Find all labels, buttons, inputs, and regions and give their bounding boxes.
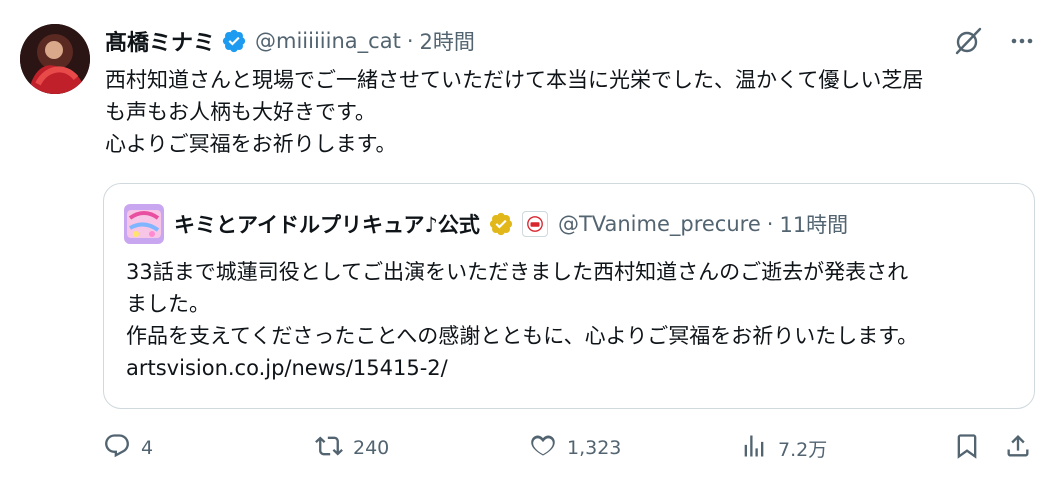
quoted-header-separator: · <box>766 212 774 236</box>
quoted-author-avatar[interactable] <box>124 204 164 244</box>
quoted-text-line: 作品を支えてくださったことへの感謝とともに、心よりご冥福をお祈りいたします。 <box>126 324 919 348</box>
author-handle[interactable]: @miiiiiina_cat <box>255 29 401 53</box>
verified-badge-icon[interactable] <box>221 28 247 54</box>
tweet-text-line: 心よりご冥福をお祈りします。 <box>105 132 397 156</box>
top-actions <box>953 26 1035 56</box>
tweet-timestamp[interactable]: 2時間 <box>420 26 475 56</box>
views-icon <box>740 432 768 465</box>
repost-icon <box>315 432 343 465</box>
bookmark-icon <box>953 432 981 465</box>
tweet-header: 髙橋ミナミ @miiiiiina_cat · 2時間 <box>105 24 475 58</box>
quoted-link[interactable]: artsvision.co.jp/news/15415-2/ <box>126 352 1016 384</box>
share-icon <box>1004 432 1032 465</box>
reply-count: 4 <box>141 437 154 459</box>
bookmark-button[interactable] <box>953 430 981 466</box>
header-separator: · <box>406 29 414 53</box>
quoted-tweet-timestamp[interactable]: 11時間 <box>779 209 848 239</box>
quoted-tweet-header: キミとアイドルプリキュア♪公式 @TVanime_precure · 11時間 <box>124 204 848 244</box>
reply-icon <box>103 432 131 465</box>
quoted-author-handle[interactable]: @TVanime_precure <box>558 212 761 236</box>
quoted-text-line: ました。 <box>126 292 210 316</box>
action-bar: 4 240 1,323 7.2万 <box>103 430 1038 466</box>
verified-gold-badge-icon[interactable] <box>488 211 514 237</box>
author-name[interactable]: 髙橋ミナミ <box>105 25 215 57</box>
grok-icon[interactable] <box>953 26 983 56</box>
views-button[interactable]: 7.2万 <box>740 430 827 466</box>
quoted-tweet[interactable]: キミとアイドルプリキュア♪公式 @TVanime_precure · 11時間 … <box>103 183 1035 409</box>
views-count: 7.2万 <box>778 438 828 461</box>
tweet-text-line: も声もお人柄も大好きです。 <box>105 100 376 124</box>
author-avatar[interactable] <box>20 24 90 94</box>
reply-button[interactable]: 4 <box>103 430 153 466</box>
quoted-author-name[interactable]: キミとアイドルプリキュア♪公式 <box>174 209 480 239</box>
like-count: 1,323 <box>567 437 622 459</box>
affiliate-logo-icon[interactable] <box>521 211 548 237</box>
quoted-tweet-text: 33話まで城蓮司役としてご出演をいただきました西村知道さんのご逝去が発表され ま… <box>126 256 1016 384</box>
share-button[interactable] <box>1004 430 1032 466</box>
tweet-text: 西村知道さんと現場でご一緒させていただけて本当に光栄でした、温かくて優しい芝居 … <box>105 64 1035 160</box>
more-icon[interactable] <box>1009 28 1035 54</box>
quoted-text-line: 33話まで城蓮司役としてご出演をいただきました西村知道さんのご逝去が発表され <box>126 260 909 284</box>
like-button[interactable]: 1,323 <box>529 430 621 466</box>
repost-button[interactable]: 240 <box>315 430 389 466</box>
heart-icon <box>529 432 557 465</box>
tweet[interactable]: 髙橋ミナミ @miiiiiina_cat · 2時間 西村知道さんと現場でご一緒… <box>0 0 1063 481</box>
repost-count: 240 <box>353 437 390 459</box>
tweet-text-line: 西村知道さんと現場でご一緒させていただけて本当に光栄でした、温かくて優しい芝居 <box>105 68 924 92</box>
